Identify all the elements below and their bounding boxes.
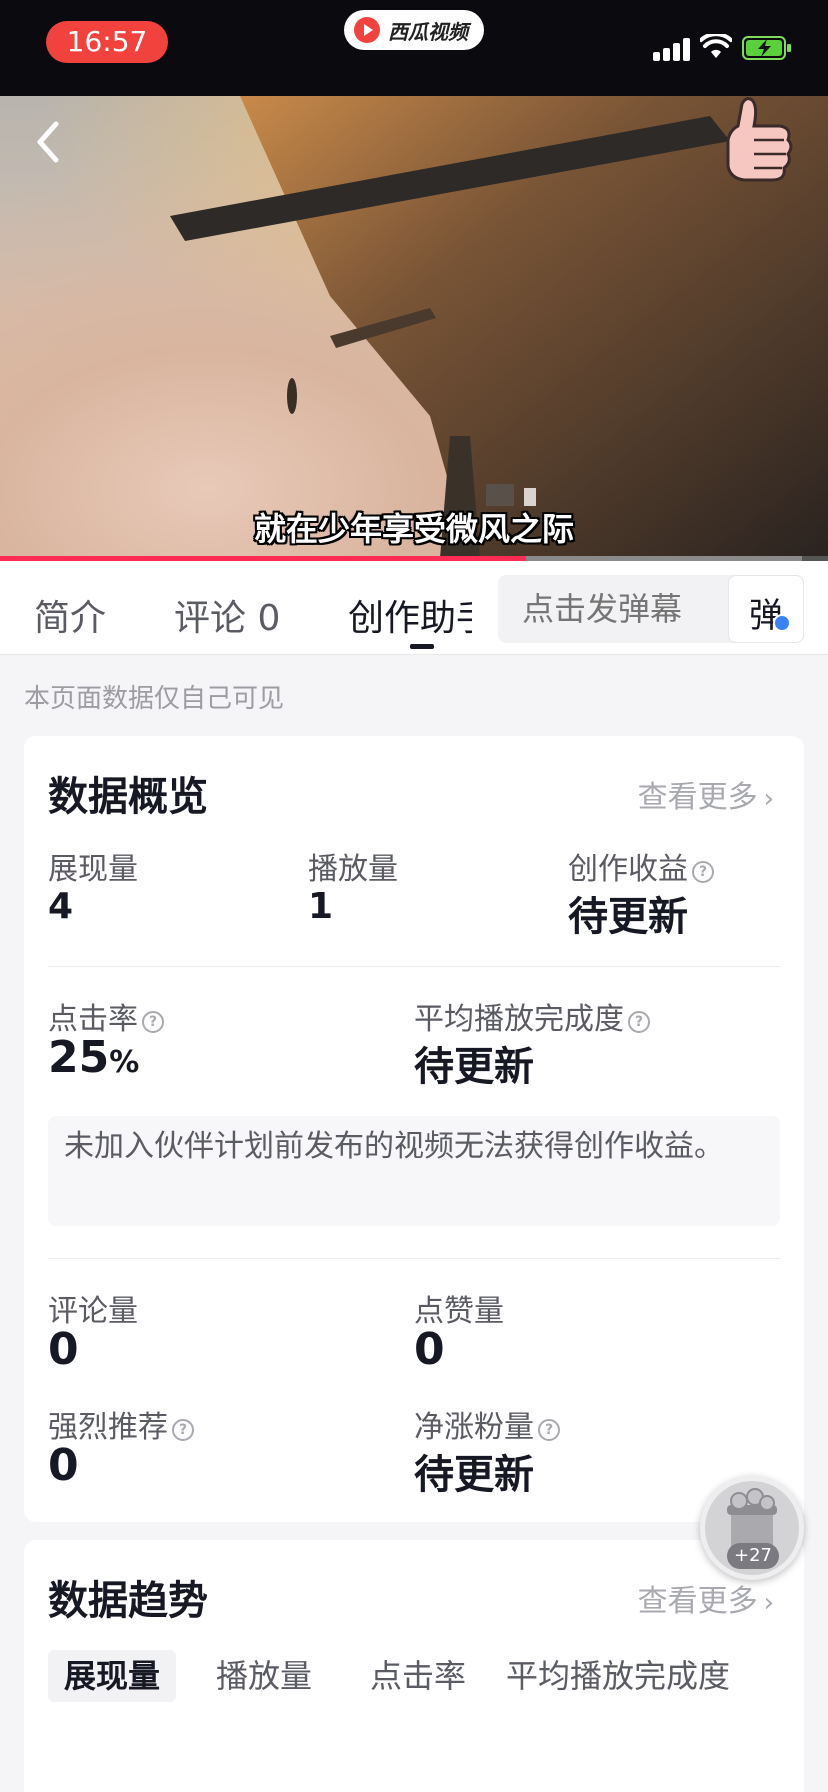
video-player[interactable]: 就在少年享受微风之际 xyxy=(0,96,828,558)
xigua-logo-icon xyxy=(354,17,380,43)
trend-tab-completion[interactable]: 平均播放完成度 xyxy=(490,1650,746,1702)
ctr-value: 25 xyxy=(48,1032,110,1083)
video-subtitle: 就在少年享受微风之际 xyxy=(253,510,574,548)
back-icon[interactable] xyxy=(28,114,68,170)
completion-label-wrap: 平均播放完成度? xyxy=(414,994,650,1038)
divider xyxy=(48,1258,780,1259)
ctr-unit: % xyxy=(109,1045,140,1080)
detail-tab-bar: 简介 评论 0 创作助手 弹 xyxy=(0,561,828,655)
status-time: 16:57 xyxy=(46,21,168,63)
recommend-value: 0 xyxy=(48,1440,79,1491)
trend-title: 数据趋势 xyxy=(48,1578,208,1624)
divider xyxy=(48,966,780,967)
tab-creator-assistant[interactable]: 创作助手 xyxy=(348,589,472,641)
trend-tab-plays[interactable]: 播放量 xyxy=(200,1650,328,1702)
data-trend-card: 数据趋势 查看更多 › 展现量 播放量 点击率 平均播放完成度 xyxy=(24,1540,804,1792)
earnings-label: 创作收益 xyxy=(568,852,688,887)
overview-see-more-link[interactable]: 查看更多 › xyxy=(638,772,774,816)
status-bar: 16:57 西瓜视频 xyxy=(0,0,828,96)
earnings-value: 待更新 xyxy=(568,894,688,940)
ctr-value-wrap: 25% xyxy=(48,1032,139,1083)
danmaku-bar: 弹 xyxy=(498,575,804,643)
tab-creator-assistant-clip: 创作助手 xyxy=(348,561,472,655)
plays-value: 1 xyxy=(308,886,334,927)
help-icon[interactable]: ? xyxy=(142,1011,164,1033)
overview-see-more-label: 查看更多 xyxy=(637,780,758,815)
net-fans-label: 净涨粉量 xyxy=(414,1410,534,1445)
impressions-label: 展现量 xyxy=(48,852,138,887)
thumbs-up-icon[interactable] xyxy=(708,96,800,188)
help-icon[interactable]: ? xyxy=(692,861,714,883)
cellular-signal-icon xyxy=(653,37,691,61)
source-app-pill[interactable]: 西瓜视频 xyxy=(344,10,484,50)
floating-trash-widget[interactable]: +27 xyxy=(700,1476,804,1580)
completion-label: 平均播放完成度 xyxy=(414,1002,624,1037)
danmaku-toggle-button[interactable]: 弹 xyxy=(728,575,804,643)
danmaku-enabled-check-icon xyxy=(773,614,791,632)
net-fans-label-wrap: 净涨粉量? xyxy=(414,1402,560,1446)
likes-value: 0 xyxy=(414,1324,445,1375)
danmaku-input[interactable] xyxy=(522,575,722,643)
plays-label: 播放量 xyxy=(308,852,398,887)
wifi-icon xyxy=(700,34,732,58)
earnings-label-wrap: 创作收益? xyxy=(568,844,714,888)
chevron-right-icon: › xyxy=(763,1588,774,1618)
help-icon[interactable]: ? xyxy=(628,1011,650,1033)
active-tab-indicator xyxy=(410,644,434,649)
trend-metric-tabs: 展现量 播放量 点击率 平均播放完成度 xyxy=(48,1650,788,1706)
tab-intro[interactable]: 简介 xyxy=(34,589,106,641)
video-frame xyxy=(0,96,828,558)
privacy-note: 本页面数据仅自己可见 xyxy=(24,684,285,714)
impressions-value: 4 xyxy=(48,886,74,927)
help-icon[interactable]: ? xyxy=(538,1419,560,1441)
tab-comments[interactable]: 评论 0 xyxy=(174,589,280,641)
trend-tab-impressions[interactable]: 展现量 xyxy=(48,1650,177,1702)
net-fans-value: 待更新 xyxy=(414,1452,534,1498)
help-icon[interactable]: ? xyxy=(172,1419,194,1441)
chevron-right-icon: › xyxy=(763,784,774,814)
source-app-name: 西瓜视频 xyxy=(388,19,468,44)
battery-charging-icon xyxy=(742,36,791,60)
trend-see-more-label: 查看更多 xyxy=(637,1584,758,1619)
overview-title: 数据概览 xyxy=(48,774,208,820)
data-overview-card: 数据概览 查看更多 › 展现量 4 播放量 1 创作收益? 待更新 点击率? 25… xyxy=(24,736,804,1522)
comments-value: 0 xyxy=(48,1324,79,1375)
earnings-notice: 未加入伙伴计划前发布的视频无法获得创作收益。 xyxy=(48,1116,780,1226)
completion-value: 待更新 xyxy=(414,1044,534,1090)
trend-see-more-link[interactable]: 查看更多 › xyxy=(638,1576,774,1620)
floating-widget-badge: +27 xyxy=(727,1543,779,1569)
trend-tab-ctr[interactable]: 点击率 xyxy=(354,1650,482,1702)
